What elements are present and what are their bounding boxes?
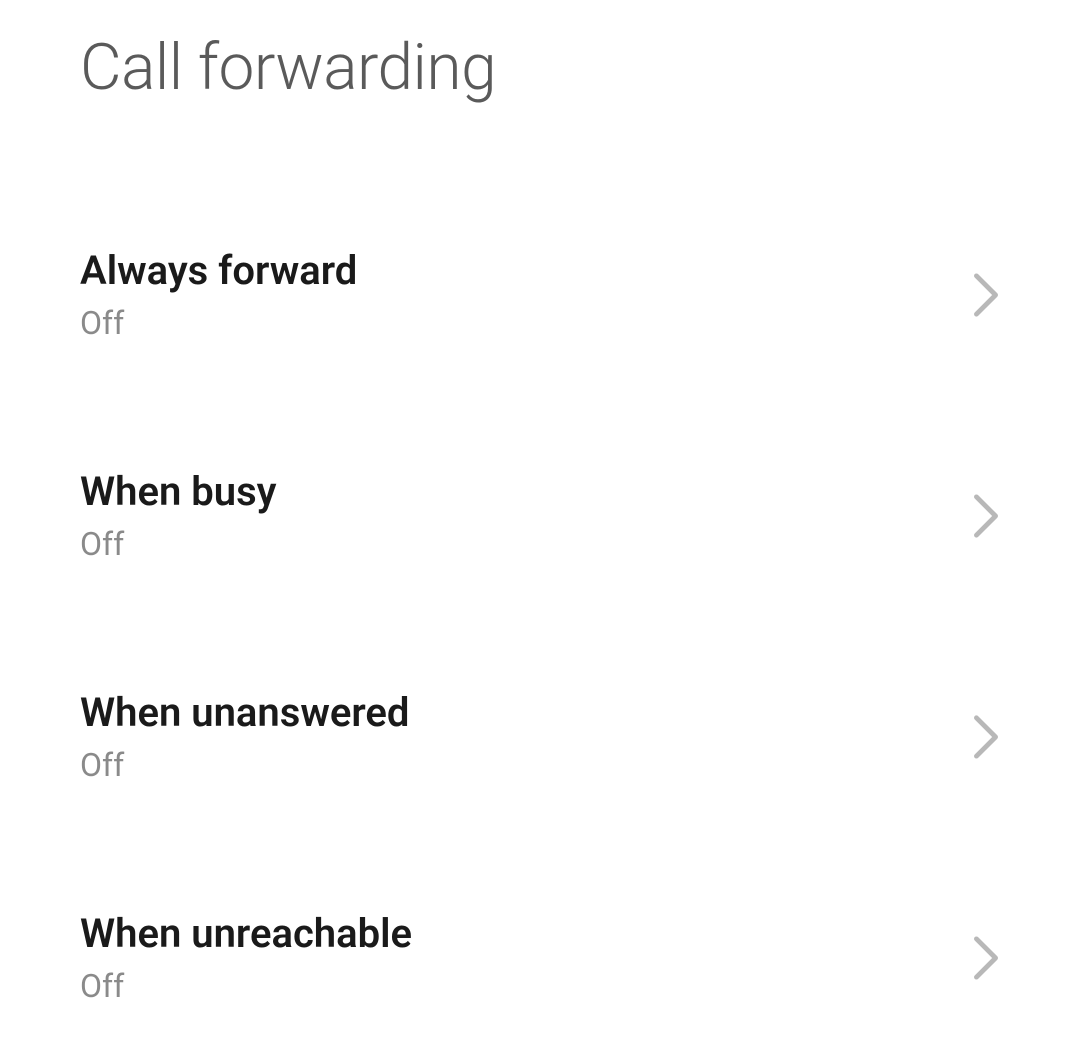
item-text: When unreachable Off <box>80 910 412 1005</box>
item-status: Off <box>80 746 409 784</box>
item-title: When busy <box>80 468 277 515</box>
chevron-right-icon <box>972 493 1000 539</box>
settings-item-when-unanswered[interactable]: When unanswered Off <box>0 657 1080 816</box>
settings-item-always-forward[interactable]: Always forward Off <box>0 215 1080 374</box>
chevron-right-icon <box>972 935 1000 981</box>
item-text: Always forward Off <box>80 247 357 342</box>
item-title: When unanswered <box>80 689 409 736</box>
item-status: Off <box>80 304 357 342</box>
item-text: When unanswered Off <box>80 689 409 784</box>
item-status: Off <box>80 525 277 563</box>
item-text: When busy Off <box>80 468 277 563</box>
chevron-right-icon <box>972 714 1000 760</box>
settings-item-when-busy[interactable]: When busy Off <box>0 436 1080 595</box>
chevron-right-icon <box>972 272 1000 318</box>
settings-list: Always forward Off When busy Off When un… <box>0 105 1080 1037</box>
item-title: Always forward <box>80 247 357 294</box>
item-title: When unreachable <box>80 910 412 957</box>
page-title: Call forwarding <box>0 0 1080 105</box>
settings-item-when-unreachable[interactable]: When unreachable Off <box>0 878 1080 1037</box>
item-status: Off <box>80 967 412 1005</box>
